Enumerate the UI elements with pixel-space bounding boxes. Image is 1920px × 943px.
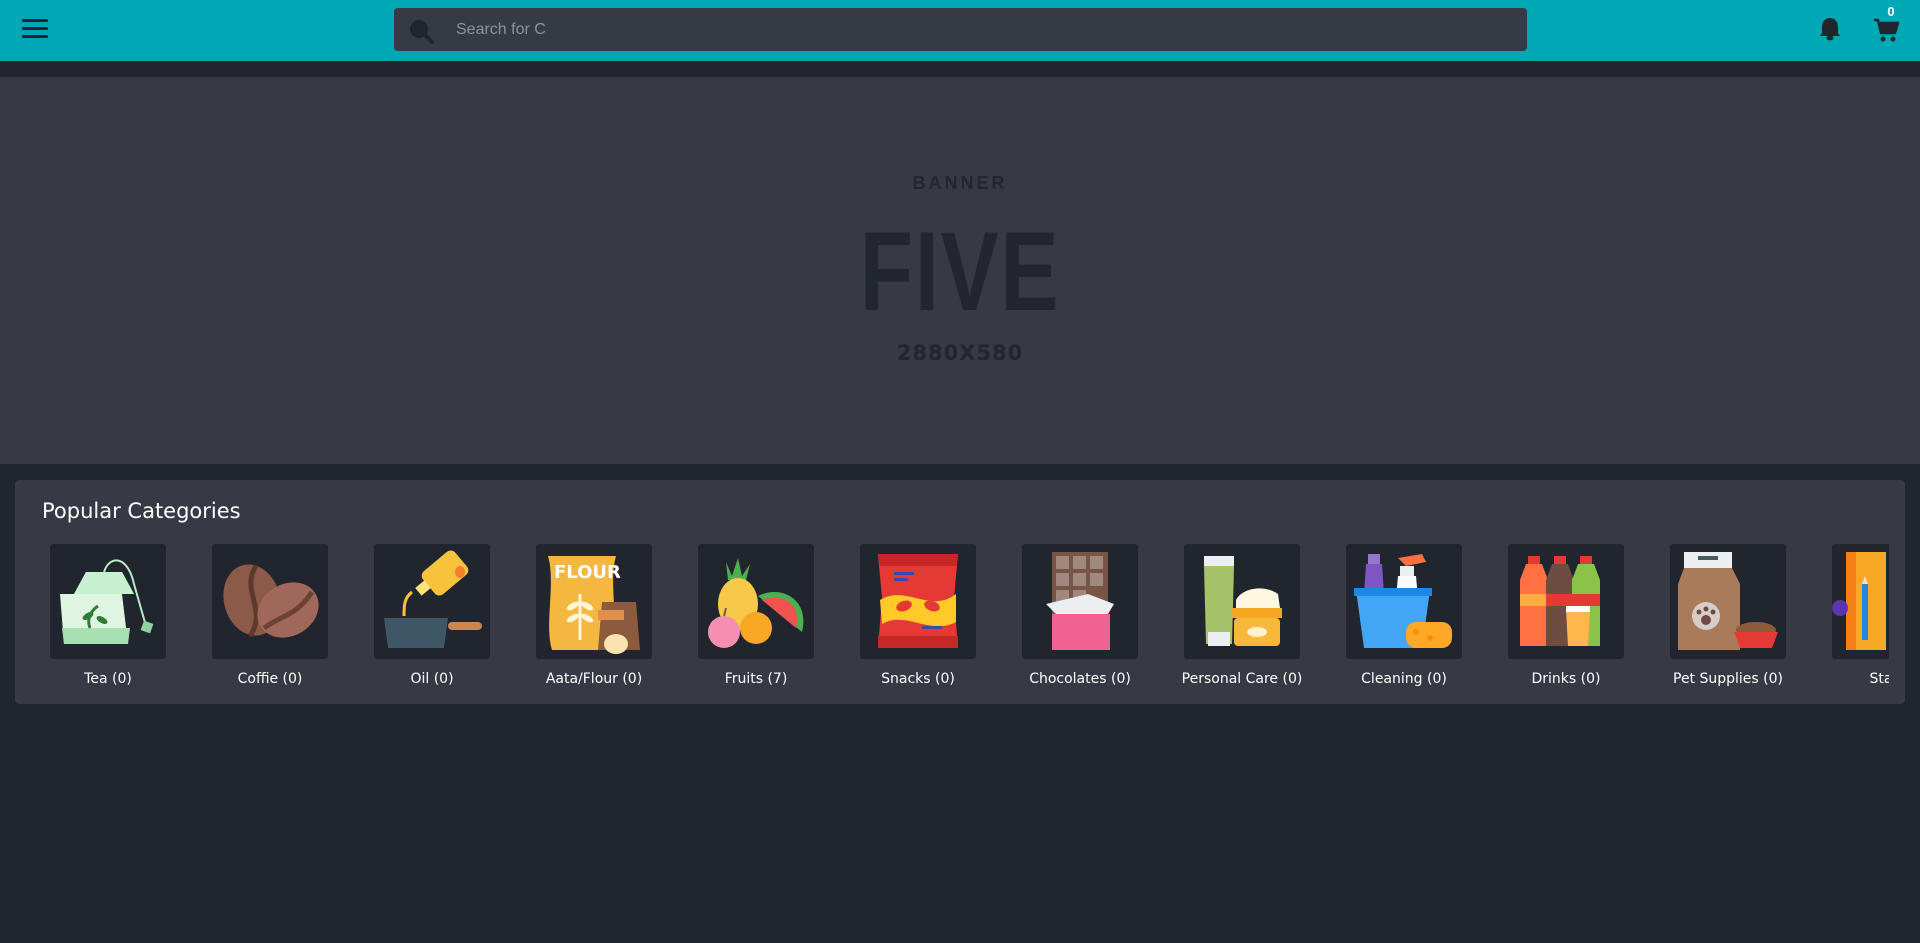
- category-item-chocolates[interactable]: Chocolates (0): [987, 543, 1149, 693]
- category-item-stationery[interactable]: Statio: [1797, 543, 1889, 693]
- soda-bottles-icon: [1508, 544, 1624, 659]
- cart-count-badge: 0: [1887, 4, 1895, 19]
- shopping-cart-icon[interactable]: [1873, 17, 1900, 43]
- category-label: Pet Supplies (0): [1673, 671, 1783, 687]
- category-label: Tea (0): [84, 671, 132, 687]
- category-label: Personal Care (0): [1181, 671, 1303, 687]
- tea-bag-icon: [50, 544, 166, 659]
- search-icon[interactable]: [408, 18, 434, 44]
- banner-title: FIVE: [859, 209, 1061, 334]
- banner-kicker: BANNER: [912, 173, 1008, 193]
- category-item-coffie[interactable]: Coffie (0): [177, 543, 339, 693]
- category-label: Cleaning (0): [1361, 671, 1447, 687]
- stationery-icon: [1832, 544, 1889, 659]
- category-label: Fruits (7): [724, 671, 788, 687]
- search-input[interactable]: [456, 8, 1506, 51]
- category-label: Statio: [1869, 671, 1889, 687]
- category-item-flour[interactable]: FLOUR Aata/Flour (0): [501, 543, 663, 693]
- category-item-snacks[interactable]: Snacks (0): [825, 543, 987, 693]
- category-label: Coffie (0): [237, 671, 303, 687]
- category-item-drinks[interactable]: Drinks (0): [1473, 543, 1635, 693]
- category-item-cleaning[interactable]: Cleaning (0): [1311, 543, 1473, 693]
- flour-sack-icon: FLOUR: [536, 544, 652, 659]
- category-item-fruits[interactable]: Fruits (7): [663, 543, 825, 693]
- chocolate-bar-icon: [1022, 544, 1138, 659]
- category-label: Aata/Flour (0): [545, 671, 643, 687]
- category-label: Chocolates (0): [1029, 671, 1131, 687]
- category-label: Snacks (0): [881, 671, 955, 687]
- chips-bag-icon: [860, 544, 976, 659]
- category-item-tea[interactable]: Tea (0): [15, 543, 177, 693]
- hamburger-menu-icon[interactable]: [22, 19, 48, 41]
- banner-size: 2880X580: [896, 341, 1024, 365]
- category-item-pet-supplies[interactable]: Pet Supplies (0): [1635, 543, 1797, 693]
- oil-bottle-icon: [374, 544, 490, 659]
- hero-banner[interactable]: BANNER FIVE 2880X580: [0, 77, 1920, 464]
- category-label: Drinks (0): [1531, 671, 1601, 687]
- top-header: 0: [0, 0, 1920, 61]
- category-item-oil[interactable]: Oil (0): [339, 543, 501, 693]
- svg-text:FLOUR: FLOUR: [554, 562, 621, 583]
- pet-food-icon: [1670, 544, 1786, 659]
- section-title: Popular Categories: [42, 499, 241, 523]
- personal-care-icon: [1184, 544, 1300, 659]
- category-label: Oil (0): [410, 671, 454, 687]
- search-bar: [394, 8, 1527, 51]
- category-item-personal-care[interactable]: Personal Care (0): [1149, 543, 1311, 693]
- bell-icon[interactable]: [1817, 16, 1843, 42]
- fruits-icon: [698, 544, 814, 659]
- cleaning-supplies-icon: [1346, 544, 1462, 659]
- coffee-beans-icon: [212, 544, 328, 659]
- popular-categories-panel: Popular Categories Tea (0) Coffie (0) Oi…: [15, 480, 1905, 704]
- category-carousel: Tea (0) Coffie (0) Oil (0) FLOUR Aata/Fl…: [15, 543, 1889, 693]
